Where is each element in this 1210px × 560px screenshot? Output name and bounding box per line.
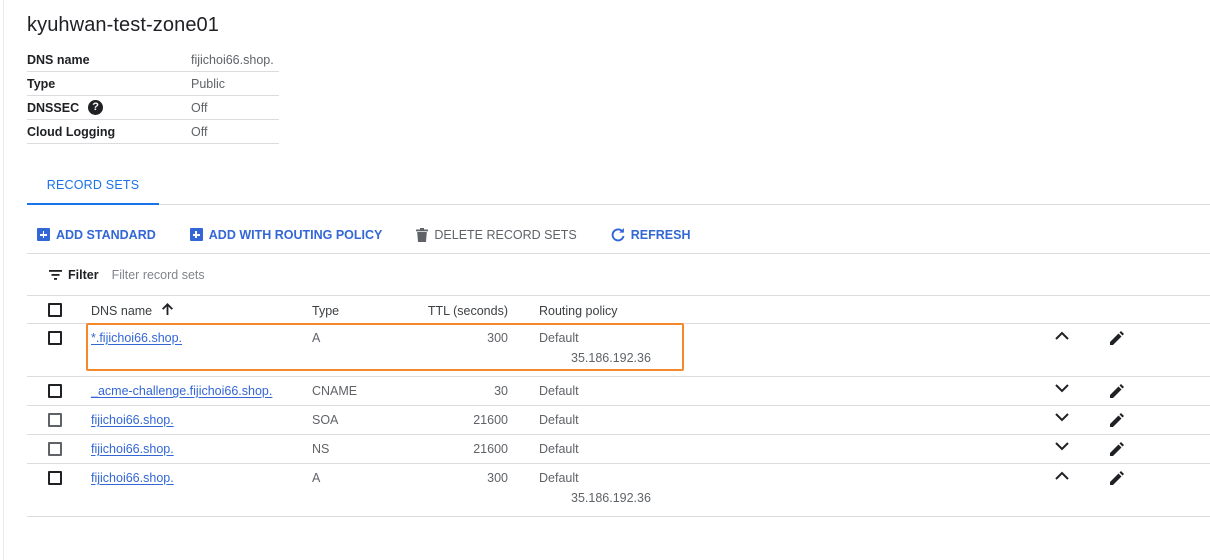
routing-policy: Default xyxy=(539,442,579,456)
table-row: fijichoi66.shop. NS 21600 Default xyxy=(27,435,1210,464)
dns-name-link-wrap: fijichoi66.shop. xyxy=(91,471,174,485)
record-type: CNAME xyxy=(312,384,358,398)
record-ttl: 21600 xyxy=(473,413,508,427)
filter-bar: Filter xyxy=(27,260,1210,290)
filter-input[interactable] xyxy=(111,268,412,282)
collapse-chevron-up-icon[interactable] xyxy=(1055,331,1069,340)
record-ttl: 30 xyxy=(494,384,508,398)
filter-label: Filter xyxy=(68,268,99,282)
routing-policy: Default xyxy=(539,413,579,427)
record-ttl: 21600 xyxy=(473,442,508,456)
trash-icon xyxy=(416,227,429,242)
header-dns-name[interactable]: DNS name xyxy=(91,303,173,318)
filter-icon xyxy=(49,270,62,280)
expand-chevron-down-icon[interactable] xyxy=(1055,442,1069,451)
detail-row-dns-name: DNS name fijichoi66.shop. xyxy=(27,48,279,72)
table-row: fijichoi66.shop. A 300 Default 35.186.19… xyxy=(27,464,1210,517)
help-circle-icon[interactable]: ? xyxy=(88,100,104,115)
detail-value: Off xyxy=(191,100,208,115)
page-title: kyuhwan-test-zone01 xyxy=(27,14,220,36)
detail-row-cloud-logging: Cloud Logging Off xyxy=(27,120,279,144)
add-routing-policy-button[interactable]: ADD WITH ROUTING POLICY xyxy=(189,227,383,242)
delete-label: DELETE RECORD SETS xyxy=(434,227,577,242)
collapse-chevron-up-icon[interactable] xyxy=(1055,471,1069,480)
dns-name-link[interactable]: *.fijichoi66.shop. xyxy=(91,331,182,345)
dns-name-link[interactable]: fijichoi66.shop. xyxy=(91,471,174,485)
record-data: 35.186.192.36 xyxy=(571,351,651,365)
record-type: A xyxy=(312,331,321,345)
record-sets-table: DNS name Type TTL (seconds) Routing poli… xyxy=(27,295,1210,517)
row-checkbox[interactable] xyxy=(48,331,62,345)
table-row: _acme-challenge.fijichoi66.shop. CNAME 3… xyxy=(27,377,1210,406)
refresh-label: REFRESH xyxy=(630,227,691,242)
edit-pencil-icon[interactable] xyxy=(1110,331,1124,345)
detail-key-wrap: DNSSEC ? xyxy=(27,100,191,115)
header-routing-policy: Routing policy xyxy=(539,304,618,318)
add-standard-button[interactable]: ADD STANDARD xyxy=(37,228,156,242)
dns-name-link[interactable]: fijichoi66.shop. xyxy=(91,413,174,427)
table-header: DNS name Type TTL (seconds) Routing poli… xyxy=(27,295,1210,324)
detail-value: fijichoi66.shop. xyxy=(191,52,274,67)
add-routing-label: ADD WITH ROUTING POLICY xyxy=(208,227,383,242)
arrow-up-icon xyxy=(161,303,173,318)
detail-key: DNS name xyxy=(27,52,90,67)
add-standard-label: ADD STANDARD xyxy=(56,227,156,242)
record-ttl: 300 xyxy=(487,471,508,485)
dns-name-link-wrap: _acme-challenge.fijichoi66.shop. xyxy=(91,384,272,398)
edit-pencil-icon[interactable] xyxy=(1110,471,1124,485)
dns-name-link-wrap: fijichoi66.shop. xyxy=(91,442,174,456)
edit-pencil-icon[interactable] xyxy=(1110,442,1124,456)
select-all-checkbox[interactable] xyxy=(48,303,62,317)
routing-policy: Default xyxy=(539,331,579,345)
detail-key: Cloud Logging xyxy=(27,124,116,139)
header-ttl[interactable]: TTL (seconds) xyxy=(407,304,508,318)
tab-bar: RECORD SETS xyxy=(27,168,1210,205)
detail-value: Off xyxy=(191,124,208,139)
routing-policy: Default xyxy=(539,471,579,485)
dns-name-link-wrap: *.fijichoi66.shop. xyxy=(91,331,182,345)
header-dns-name-label: DNS name xyxy=(91,304,153,318)
dns-name-link-wrap: fijichoi66.shop. xyxy=(91,413,174,427)
toolbar: ADD STANDARD ADD WITH ROUTING POLICY DEL… xyxy=(27,216,1210,254)
record-data: 35.186.192.36 xyxy=(571,491,651,505)
detail-key: DNSSEC xyxy=(27,100,80,115)
add-box-icon xyxy=(37,228,50,241)
record-type: A xyxy=(312,471,321,485)
dns-name-link[interactable]: _acme-challenge.fijichoi66.shop. xyxy=(91,384,272,398)
add-box-icon xyxy=(189,228,203,241)
row-checkbox[interactable] xyxy=(48,413,62,427)
dns-name-link[interactable]: fijichoi66.shop. xyxy=(91,442,174,456)
refresh-icon xyxy=(611,227,625,242)
record-type: NS xyxy=(312,442,330,456)
detail-row-dnssec: DNSSEC ? Off xyxy=(27,96,279,120)
row-checkbox[interactable] xyxy=(48,442,62,456)
detail-key: Type xyxy=(27,76,56,91)
edit-pencil-icon[interactable] xyxy=(1110,384,1124,398)
detail-value: Public xyxy=(191,76,226,91)
refresh-button[interactable]: REFRESH xyxy=(611,227,691,242)
header-type[interactable]: Type xyxy=(312,304,339,318)
edit-pencil-icon[interactable] xyxy=(1110,413,1124,427)
table-row: fijichoi66.shop. SOA 21600 Default xyxy=(27,406,1210,435)
expand-chevron-down-icon[interactable] xyxy=(1055,384,1069,393)
record-ttl: 300 xyxy=(487,331,508,345)
expand-chevron-down-icon[interactable] xyxy=(1055,413,1069,422)
record-type: SOA xyxy=(312,413,339,427)
zone-details: DNS name fijichoi66.shop. Type Public DN… xyxy=(27,48,279,144)
detail-row-type: Type Public xyxy=(27,72,279,96)
routing-policy: Default xyxy=(539,384,579,398)
table-row: *.fijichoi66.shop. A 300 Default 35.186.… xyxy=(27,324,1210,377)
row-checkbox[interactable] xyxy=(48,384,62,398)
left-panel-edge xyxy=(0,0,4,560)
delete-record-sets-button[interactable]: DELETE RECORD SETS xyxy=(416,227,577,242)
row-checkbox[interactable] xyxy=(48,471,62,485)
tab-record-sets[interactable]: RECORD SETS xyxy=(27,168,159,205)
